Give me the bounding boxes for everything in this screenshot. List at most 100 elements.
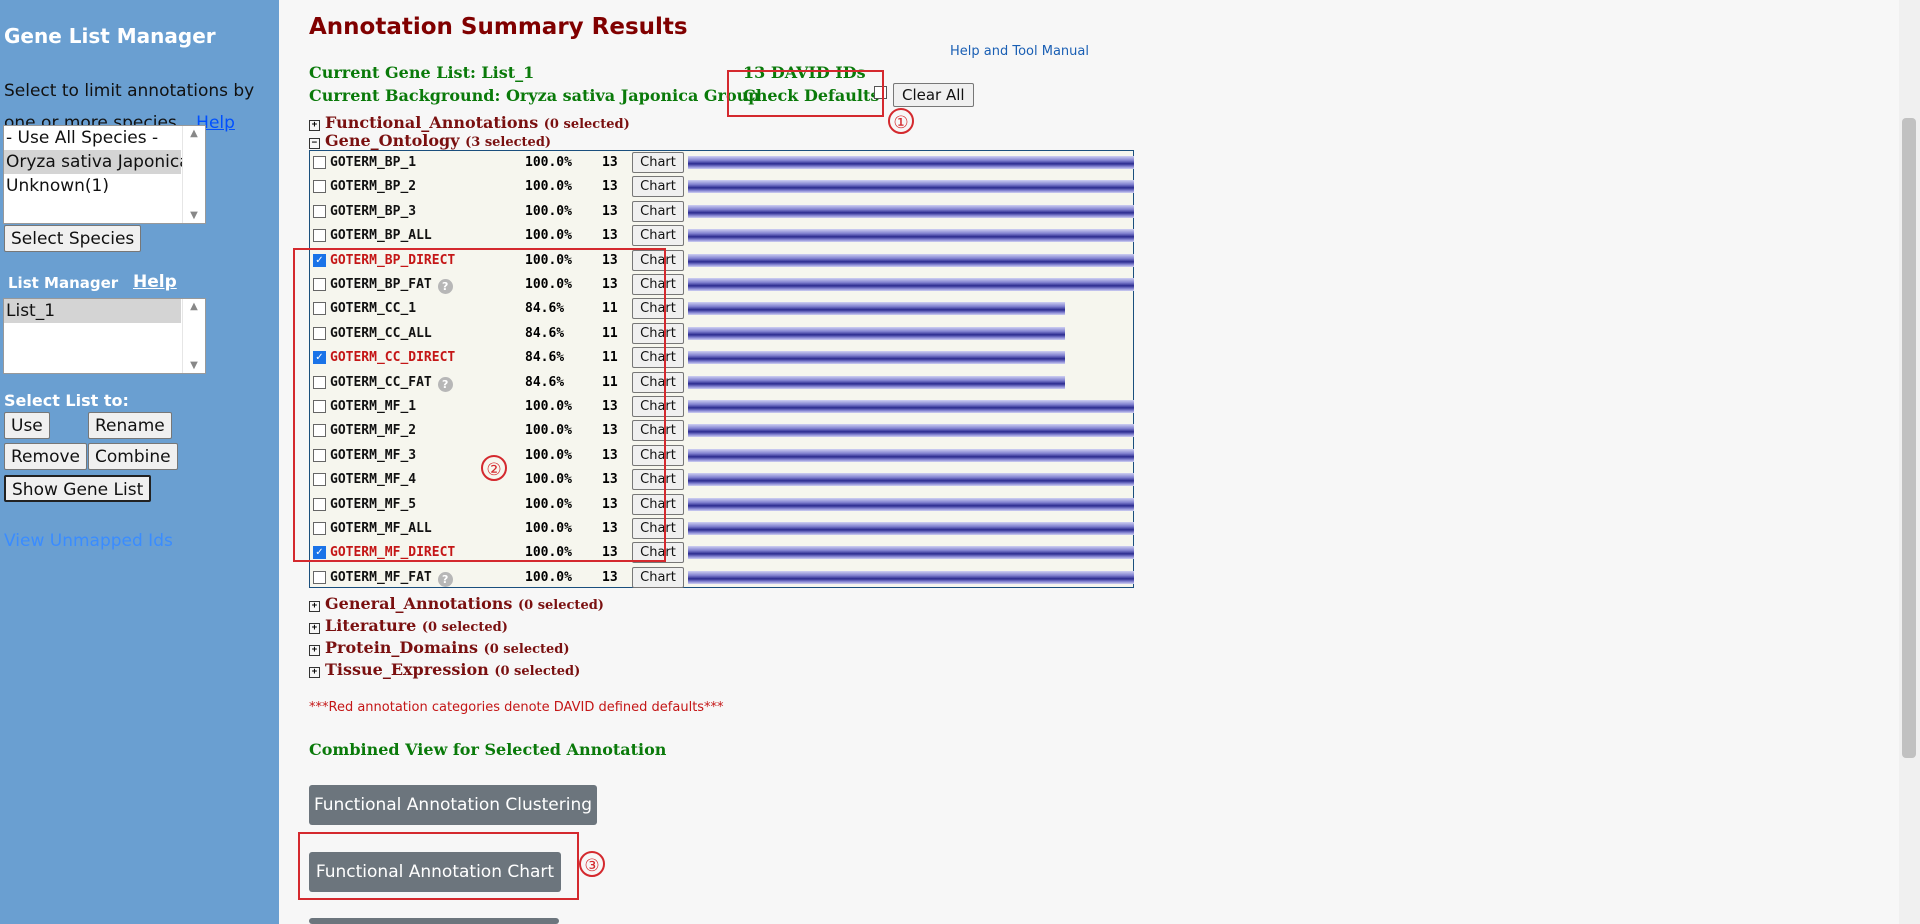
annotation-box-check-defaults bbox=[727, 70, 884, 117]
section-count: (0 selected) bbox=[483, 642, 570, 657]
help-manual-link[interactable]: Help and Tool Manual bbox=[950, 44, 1089, 59]
list-manager-help-link[interactable]: Help bbox=[133, 272, 177, 292]
go-term-chart-button[interactable]: Chart bbox=[632, 176, 684, 198]
list-option-selected[interactable]: List_1 bbox=[4, 299, 181, 323]
clear-all-button[interactable]: Clear All bbox=[893, 83, 974, 107]
page-scrollbar-thumb[interactable] bbox=[1902, 118, 1916, 758]
go-term-count: 13 bbox=[602, 179, 618, 195]
go-term-percent: 100.0% bbox=[525, 228, 572, 244]
species-listbox-scrollbar[interactable]: ▲ ▼ bbox=[182, 126, 205, 223]
section-name: Protein_Domains bbox=[325, 638, 478, 657]
select-species-button[interactable]: Select Species bbox=[4, 225, 142, 252]
go-term-name: GOTERM_BP_1 bbox=[330, 155, 416, 170]
section-name: Functional_Annotations bbox=[325, 113, 539, 132]
go-term-checkbox[interactable] bbox=[313, 204, 326, 218]
expand-icon[interactable]: + bbox=[309, 120, 320, 131]
scroll-down-icon[interactable]: ▼ bbox=[183, 210, 205, 221]
go-term-coverage-bar bbox=[688, 570, 1134, 584]
expand-icon[interactable]: + bbox=[309, 623, 320, 634]
go-term-coverage-bar bbox=[688, 546, 1134, 560]
use-button[interactable]: Use bbox=[4, 412, 50, 439]
gene-list-manager-sidebar: Gene List Manager Select to limit annota… bbox=[0, 0, 279, 924]
go-term-percent: 100.0% bbox=[525, 179, 572, 195]
go-term-name-text: GOTERM_BP_3 bbox=[330, 203, 417, 219]
combine-button[interactable]: Combine bbox=[88, 443, 178, 470]
go-term-checkbox[interactable] bbox=[313, 156, 326, 169]
next-action-button-partial[interactable] bbox=[309, 918, 559, 924]
page-scrollbar[interactable] bbox=[1899, 0, 1920, 924]
gene-list-listbox[interactable]: List_1 ▲ ▼ bbox=[3, 298, 206, 374]
section-name: Literature bbox=[325, 616, 417, 635]
species-option-selected[interactable]: Oryza sativa Japonica bbox=[4, 150, 190, 174]
go-term-checkbox[interactable] bbox=[313, 180, 326, 194]
red-defaults-note: ***Red annotation categories denote DAVI… bbox=[309, 700, 724, 715]
go-term-row: GOTERM_BP_ALL 100.0% 13 Chart bbox=[310, 224, 1134, 248]
species-listbox[interactable]: - Use All Species - Oryza sativa Japonic… bbox=[3, 125, 206, 224]
go-term-row: GOTERM_BP_3 100.0% 13 Chart bbox=[310, 200, 1134, 224]
go-term-name-text: GOTERM_BP_1 bbox=[330, 155, 417, 170]
go-term-coverage-bar bbox=[688, 473, 1134, 487]
page-title: Annotation Summary Results bbox=[309, 14, 688, 40]
go-term-coverage-bar bbox=[688, 229, 1134, 243]
current-background: Current Background: Oryza sativa Japonic… bbox=[309, 86, 760, 105]
species-option[interactable]: Unknown(1) bbox=[4, 174, 205, 198]
section-count: (0 selected) bbox=[518, 598, 604, 613]
go-term-count: 13 bbox=[602, 228, 618, 244]
go-term-percent: 100.0% bbox=[525, 203, 572, 219]
go-term-checkbox[interactable] bbox=[313, 229, 326, 243]
help-question-icon[interactable]: ? bbox=[437, 571, 453, 587]
go-term-name-text: GOTERM_MF_FAT bbox=[330, 569, 432, 585]
species-option[interactable]: - Use All Species - bbox=[4, 126, 205, 150]
go-term-chart-button[interactable]: Chart bbox=[632, 152, 684, 173]
go-term-chart-button[interactable]: Chart bbox=[632, 566, 684, 588]
go-term-checkbox[interactable] bbox=[313, 570, 326, 584]
expand-icon[interactable]: + bbox=[309, 601, 320, 612]
scroll-up-icon[interactable]: ▲ bbox=[183, 128, 205, 139]
functional-annotation-clustering-button[interactable]: Functional Annotation Clustering bbox=[309, 785, 597, 825]
go-term-coverage-bar bbox=[688, 156, 1134, 169]
show-gene-list-button[interactable]: Show Gene List bbox=[4, 475, 152, 502]
go-term-percent: 100.0% bbox=[525, 155, 572, 170]
list-listbox-scrollbar[interactable]: ▲ ▼ bbox=[182, 299, 205, 373]
section-gene-ontology[interactable]: − Gene_Ontology (3 selected) bbox=[309, 131, 551, 150]
section-count: (0 selected) bbox=[421, 620, 508, 635]
go-term-chart-button[interactable]: Chart bbox=[632, 200, 684, 222]
collapse-icon[interactable]: − bbox=[309, 138, 320, 149]
go-term-name: GOTERM_MF_FAT? bbox=[330, 570, 453, 587]
go-term-coverage-bar bbox=[688, 400, 1134, 413]
scroll-up-icon[interactable]: ▲ bbox=[183, 301, 205, 312]
section-count: (3 selected) bbox=[465, 135, 552, 150]
select-list-to-label: Select List to: bbox=[4, 391, 129, 410]
go-term-chart-button[interactable]: Chart bbox=[632, 225, 684, 247]
section-count: (0 selected) bbox=[494, 664, 581, 679]
go-term-coverage-bar bbox=[688, 375, 1065, 389]
annotation-marker-3: ③ bbox=[579, 851, 605, 877]
expand-icon[interactable]: + bbox=[309, 645, 320, 656]
scroll-down-icon[interactable]: ▼ bbox=[183, 360, 205, 371]
section-general-annotations[interactable]: + General_Annotations (0 selected) bbox=[309, 594, 604, 613]
annotation-marker-2: ② bbox=[481, 455, 507, 481]
section-protein-domains[interactable]: + Protein_Domains (0 selected) bbox=[309, 638, 570, 657]
go-term-name-text: GOTERM_BP_ALL bbox=[330, 228, 432, 244]
expand-icon[interactable]: + bbox=[309, 667, 320, 678]
sidebar-title: Gene List Manager bbox=[4, 24, 216, 48]
go-term-percent: 100.0% bbox=[525, 569, 572, 585]
section-literature[interactable]: + Literature (0 selected) bbox=[309, 616, 508, 635]
go-term-count: 13 bbox=[602, 569, 618, 585]
section-tissue-expression[interactable]: + Tissue_Expression (0 selected) bbox=[309, 660, 580, 679]
go-term-coverage-bar bbox=[688, 180, 1134, 194]
annotation-box-default-terms bbox=[293, 248, 666, 562]
view-unmapped-ids-link[interactable]: View Unmapped Ids bbox=[4, 531, 173, 551]
section-name: Tissue_Expression bbox=[325, 660, 489, 679]
go-term-name: GOTERM_BP_3 bbox=[330, 204, 416, 219]
go-term-coverage-bar bbox=[688, 424, 1134, 438]
section-functional-annotations[interactable]: + Functional_Annotations (0 selected) bbox=[309, 113, 630, 132]
remove-button[interactable]: Remove bbox=[4, 443, 87, 470]
go-term-row: GOTERM_BP_2 100.0% 13 Chart bbox=[310, 175, 1134, 199]
rename-button[interactable]: Rename bbox=[88, 412, 172, 439]
go-term-coverage-bar bbox=[688, 522, 1134, 535]
go-term-row: GOTERM_BP_1 100.0% 13 Chart bbox=[310, 151, 1134, 175]
annotation-marker-1: ① bbox=[888, 108, 914, 134]
go-term-coverage-bar bbox=[688, 326, 1065, 340]
go-term-count: 13 bbox=[602, 155, 618, 170]
